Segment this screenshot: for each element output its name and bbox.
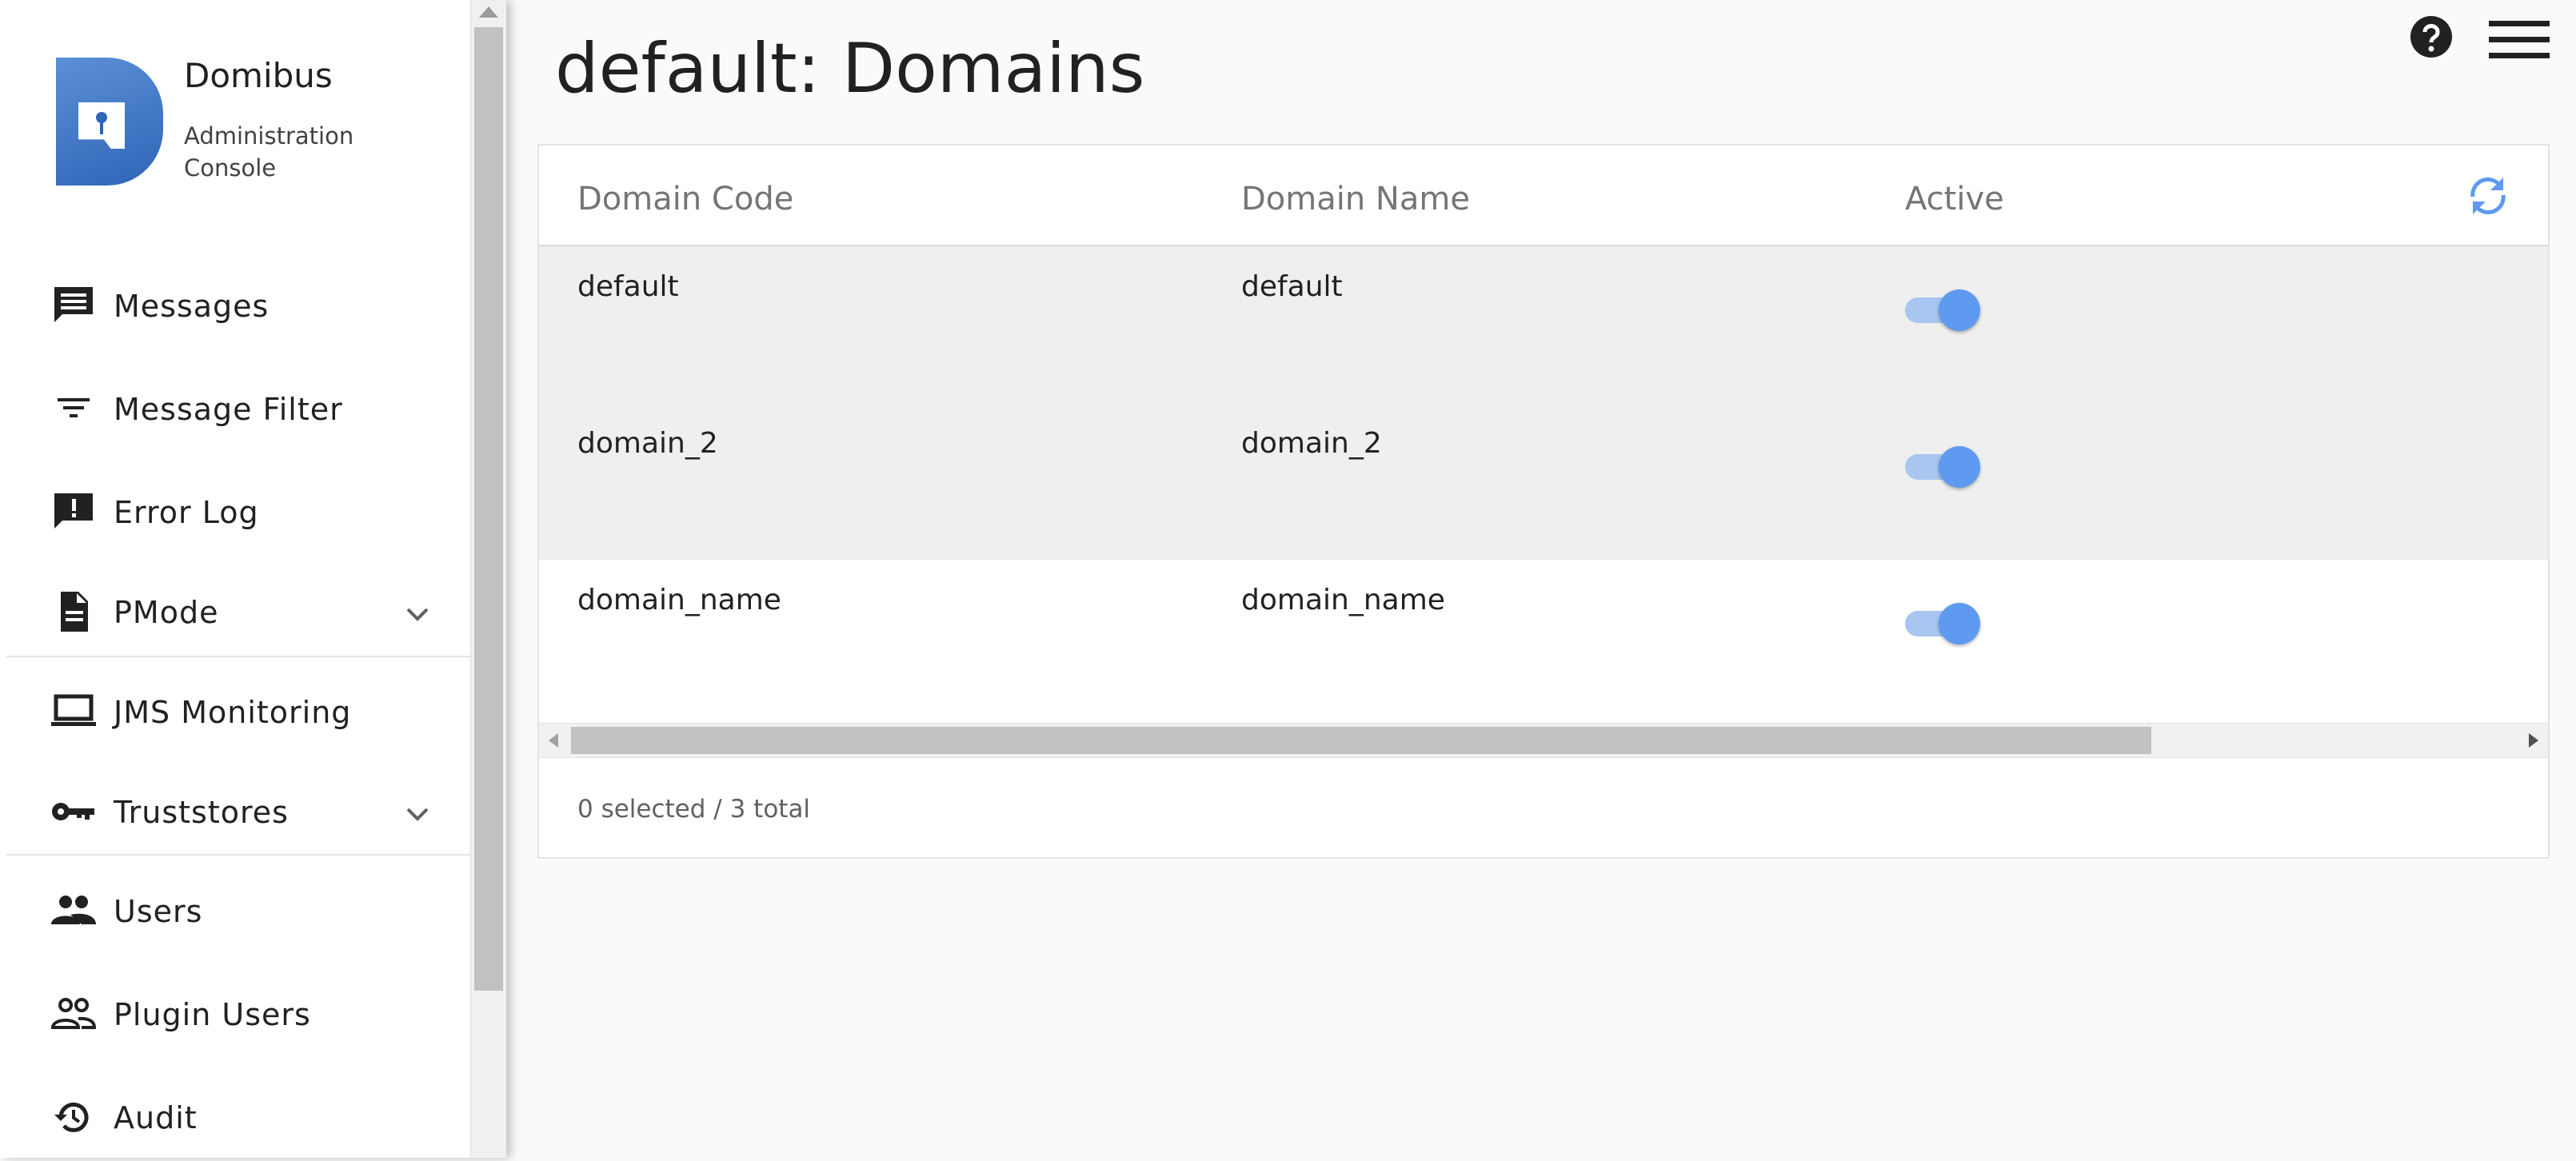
- sidebar-item-jms-monitoring[interactable]: JMS Monitoring: [6, 668, 470, 756]
- scroll-left-arrow-icon[interactable]: [549, 733, 558, 748]
- cell-domain-code: default: [577, 270, 679, 303]
- toggle-knob: [1939, 603, 1980, 644]
- sidebar-item-error-log[interactable]: Error Log: [6, 468, 470, 556]
- cell-domain-code: domain_2: [577, 427, 718, 460]
- sidebar: Domibus Administration Console Messages: [0, 0, 506, 1158]
- sidebar-item-pmode[interactable]: PMode: [6, 568, 470, 656]
- sidebar-item-label: Truststores: [114, 795, 289, 830]
- table-row[interactable]: default default: [539, 246, 2548, 403]
- sidebar-item-label: Message Filter: [114, 392, 343, 427]
- active-toggle[interactable]: [1905, 445, 1982, 489]
- hamburger-menu-icon[interactable]: [2487, 18, 2551, 62]
- scroll-right-arrow-icon[interactable]: [2529, 733, 2538, 748]
- toggle-knob: [1939, 446, 1980, 488]
- active-toggle[interactable]: [1905, 601, 1982, 646]
- active-toggle[interactable]: [1905, 288, 1982, 333]
- page-title: default: Domains: [555, 29, 1145, 109]
- table-row[interactable]: domain_2 domain_2: [539, 403, 2548, 560]
- error-log-icon: [54, 493, 93, 529]
- sidebar-item-label: Audit: [114, 1100, 198, 1135]
- sidebar-item-plugin-users[interactable]: Plugin Users: [6, 970, 470, 1058]
- key-icon: [52, 803, 94, 820]
- table-row[interactable]: domain_name domain_name: [539, 560, 2548, 716]
- scroll-up-arrow-icon[interactable]: [479, 6, 498, 18]
- sidebar-item-audit[interactable]: Audit: [6, 1073, 470, 1161]
- sidebar-item-label: Plugin Users: [114, 997, 311, 1032]
- selection-summary: 0 selected / 3 total: [577, 795, 811, 824]
- nav-divider: [6, 854, 470, 856]
- domains-table: Domain Code Domain Name Active default d…: [537, 144, 2550, 859]
- app-subtitle: Administration Console: [184, 122, 354, 182]
- history-icon: [54, 1102, 89, 1132]
- logo-keyhole-icon: [96, 112, 107, 134]
- table-header: Domain Code Domain Name Active: [539, 146, 2548, 246]
- app-title: Domibus: [184, 56, 333, 95]
- sidebar-item-label: PMode: [114, 595, 219, 630]
- document-icon: [61, 592, 88, 632]
- cell-domain-code: domain_name: [577, 584, 781, 616]
- cell-domain-name: default: [1241, 270, 1343, 303]
- sidebar-item-label: Error Log: [114, 495, 259, 530]
- table-horizontal-scrollbar[interactable]: [539, 723, 2548, 758]
- sidebar-item-label: JMS Monitoring: [114, 695, 352, 730]
- sidebar-panel: Domibus Administration Console Messages: [6, 0, 470, 1158]
- message-icon: [54, 287, 93, 322]
- domibus-logo: [56, 58, 163, 186]
- refresh-icon[interactable]: [2465, 173, 2511, 219]
- sidebar-scrollbar-thumb[interactable]: [474, 27, 503, 991]
- column-header-domain-code[interactable]: Domain Code: [577, 181, 793, 217]
- sidebar-item-label: Messages: [114, 289, 270, 324]
- sidebar-item-messages[interactable]: Messages: [6, 261, 470, 349]
- sidebar-scrollbar[interactable]: [470, 0, 506, 1158]
- column-header-active[interactable]: Active: [1905, 181, 2004, 217]
- plugin-users-icon: [50, 998, 97, 1029]
- sidebar-item-truststores[interactable]: Truststores: [6, 768, 470, 856]
- sidebar-item-message-filter[interactable]: Message Filter: [6, 365, 470, 453]
- cell-domain-name: domain_name: [1241, 584, 1445, 616]
- laptop-icon: [51, 694, 96, 726]
- sidebar-item-users[interactable]: Users: [6, 867, 470, 955]
- cell-domain-name: domain_2: [1241, 427, 1382, 460]
- help-icon[interactable]: [2409, 14, 2454, 59]
- chevron-down-icon[interactable]: [403, 800, 432, 828]
- users-icon: [51, 896, 96, 924]
- chevron-down-icon[interactable]: [403, 600, 432, 628]
- column-header-domain-name[interactable]: Domain Name: [1241, 181, 1470, 217]
- toggle-knob: [1939, 289, 1980, 331]
- filter-icon: [58, 398, 90, 417]
- nav-divider: [6, 656, 470, 657]
- sidebar-item-label: Users: [114, 894, 203, 929]
- horizontal-scrollbar-thumb[interactable]: [571, 727, 2151, 754]
